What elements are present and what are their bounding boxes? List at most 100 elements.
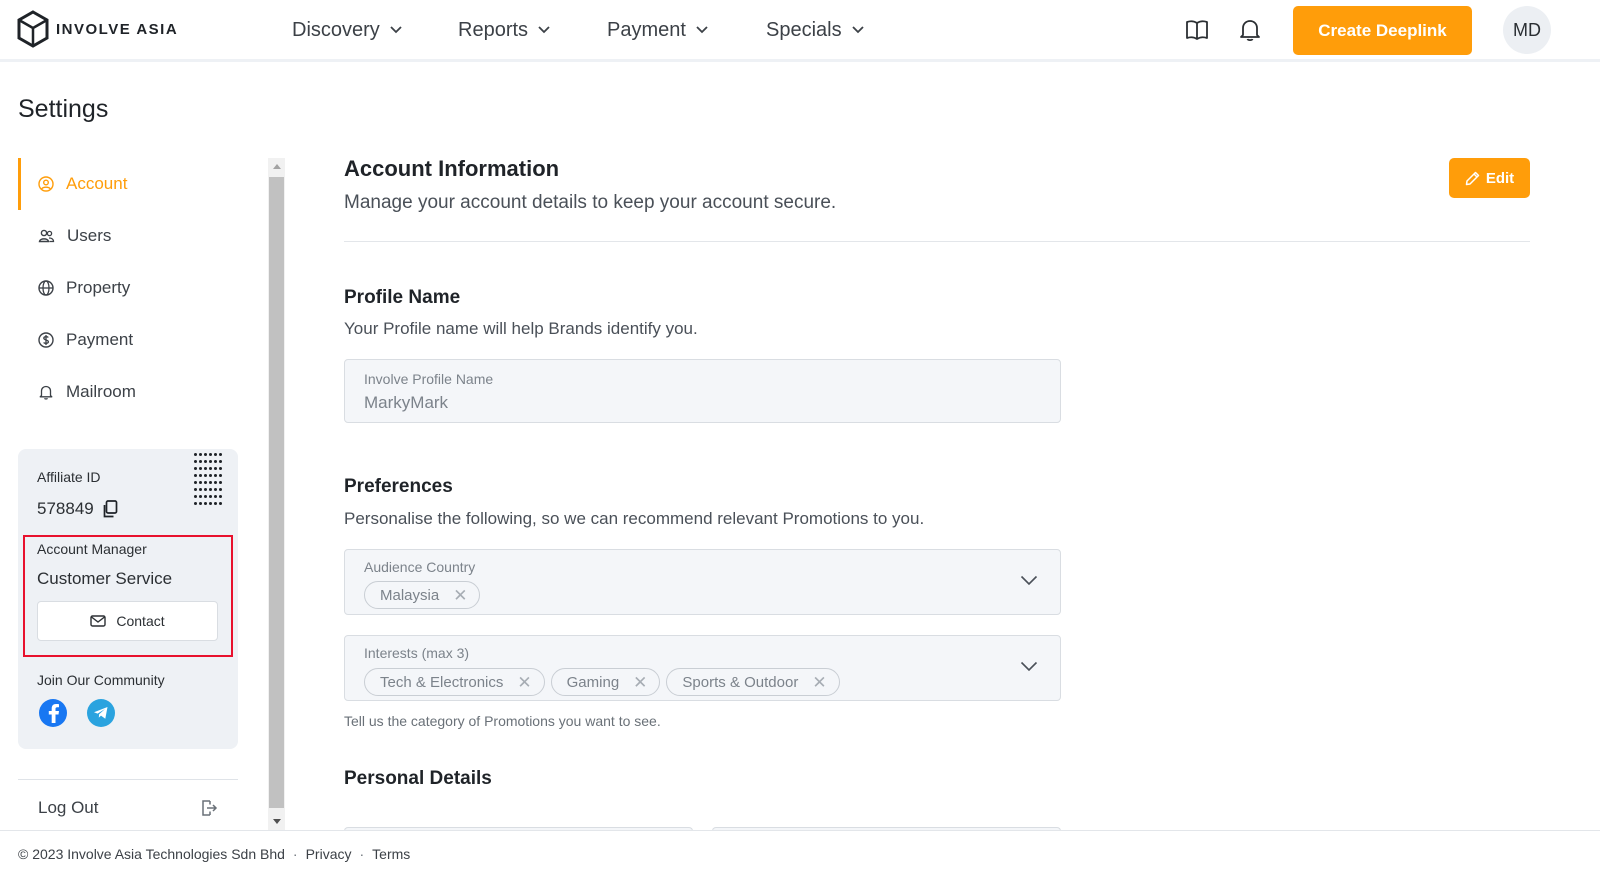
pencil-icon bbox=[1465, 171, 1480, 185]
remove-chip-icon[interactable]: ✕ bbox=[812, 674, 826, 691]
dollar-icon bbox=[38, 332, 54, 348]
copyright-text: © 2023 Involve Asia Technologies Sdn Bhd bbox=[18, 846, 285, 862]
scrollbar-thumb[interactable] bbox=[269, 177, 284, 808]
footer-separator: · bbox=[359, 846, 365, 862]
contact-button[interactable]: Contact bbox=[37, 601, 218, 641]
telegram-icon bbox=[94, 707, 108, 719]
remove-chip-icon[interactable]: ✕ bbox=[453, 587, 467, 604]
logo-hexagon-icon bbox=[17, 10, 49, 48]
nav-specials[interactable]: Specials bbox=[766, 0, 865, 60]
triangle-down-icon bbox=[272, 819, 281, 824]
footer: © 2023 Involve Asia Technologies Sdn Bhd… bbox=[0, 830, 1600, 877]
chip-gaming: Gaming ✕ bbox=[550, 668, 661, 696]
dot-pattern-decoration bbox=[194, 453, 222, 505]
sidebar-item-label: Account bbox=[66, 174, 128, 193]
sidebar-item-label: Payment bbox=[66, 330, 134, 349]
nav-label: Discovery bbox=[292, 18, 380, 41]
logout-button[interactable]: Log Out bbox=[18, 790, 238, 826]
notifications-button[interactable] bbox=[1237, 17, 1263, 43]
terms-link[interactable]: Terms bbox=[372, 846, 410, 862]
scroll-down-arrow[interactable] bbox=[268, 813, 285, 830]
chip-malaysia: Malaysia ✕ bbox=[364, 581, 481, 609]
chip-label: Gaming bbox=[566, 673, 620, 691]
chevron-down-icon[interactable] bbox=[1020, 575, 1038, 586]
chip-label: Malaysia bbox=[380, 586, 440, 604]
edit-button[interactable]: Edit bbox=[1449, 158, 1530, 198]
field-label: Audience Country bbox=[364, 559, 476, 575]
remove-chip-icon[interactable]: ✕ bbox=[633, 674, 647, 691]
account-information-panel: Account Information Manage your account … bbox=[344, 150, 1530, 830]
country-chips: Malaysia ✕ bbox=[364, 581, 481, 609]
community-label: Join Our Community bbox=[37, 672, 165, 688]
mail-icon bbox=[90, 615, 107, 627]
bell-icon bbox=[39, 385, 53, 400]
chip-tech-electronics: Tech & Electronics ✕ bbox=[364, 668, 545, 696]
nav-label: Reports bbox=[458, 18, 529, 41]
sidebar-item-account[interactable]: Account bbox=[18, 158, 238, 210]
nav-payment[interactable]: Payment bbox=[607, 0, 709, 60]
sidebar-item-payment[interactable]: Payment bbox=[18, 314, 238, 366]
triangle-up-icon bbox=[272, 164, 281, 169]
privacy-link[interactable]: Privacy bbox=[306, 846, 352, 862]
interest-chips: Tech & Electronics ✕ Gaming ✕ Sports & O… bbox=[364, 668, 840, 696]
chevron-down-icon[interactable] bbox=[1020, 661, 1038, 672]
logout-icon bbox=[202, 800, 218, 816]
account-manager-label: Account Manager bbox=[37, 541, 147, 557]
profile-name-heading: Profile Name bbox=[344, 287, 461, 308]
page-title: Settings bbox=[18, 95, 109, 123]
affiliate-info-card: Affiliate ID 578849 Account Manager Cust… bbox=[18, 449, 238, 749]
interests-helper-text: Tell us the category of Promotions you w… bbox=[344, 713, 661, 729]
settings-sidebar: Account Users Property Payment Mailroom bbox=[18, 158, 238, 418]
user-circle-icon bbox=[38, 176, 54, 192]
sidebar-item-property[interactable]: Property bbox=[18, 262, 238, 314]
chevron-down-icon bbox=[390, 26, 402, 34]
globe-icon bbox=[38, 280, 54, 296]
field-label: Involve Profile Name bbox=[364, 371, 494, 387]
nav-discovery[interactable]: Discovery bbox=[292, 0, 403, 60]
audience-country-select[interactable]: Audience Country Malaysia ✕ bbox=[344, 549, 1061, 615]
create-deeplink-button[interactable]: Create Deeplink bbox=[1293, 6, 1472, 55]
nav-label: Payment bbox=[607, 18, 686, 41]
profile-name-value: MarkyMark bbox=[364, 393, 449, 412]
copy-icon[interactable] bbox=[102, 500, 118, 518]
footer-separator: · bbox=[292, 846, 298, 862]
telegram-button[interactable] bbox=[87, 699, 115, 727]
users-icon bbox=[38, 229, 55, 243]
sidebar-item-mailroom[interactable]: Mailroom bbox=[18, 366, 238, 418]
sidebar-scrollbar[interactable] bbox=[268, 158, 285, 830]
section-divider bbox=[344, 241, 1530, 242]
affiliate-id-label: Affiliate ID bbox=[37, 469, 101, 485]
chevron-down-icon bbox=[696, 26, 708, 34]
sidebar-divider bbox=[18, 779, 238, 780]
avatar[interactable]: MD bbox=[1503, 6, 1551, 54]
scroll-up-arrow[interactable] bbox=[268, 158, 285, 175]
profile-name-description: Your Profile name will help Brands ident… bbox=[344, 319, 698, 338]
facebook-button[interactable] bbox=[39, 699, 67, 727]
chip-sports-outdoor: Sports & Outdoor ✕ bbox=[666, 668, 840, 696]
bell-icon bbox=[1240, 20, 1260, 42]
book-icon bbox=[1186, 20, 1208, 40]
chevron-down-icon bbox=[538, 26, 550, 34]
brand-logo[interactable]: INVOLVE ASIA bbox=[16, 10, 178, 48]
field-label: Interests (max 3) bbox=[364, 645, 470, 661]
guide-book-button[interactable] bbox=[1184, 17, 1210, 43]
chevron-down-icon bbox=[851, 26, 864, 34]
logout-label: Log Out bbox=[38, 798, 99, 817]
nav-reports[interactable]: Reports bbox=[458, 0, 551, 60]
preferences-description: Personalise the following, so we can rec… bbox=[344, 509, 925, 528]
facebook-icon bbox=[48, 704, 59, 723]
affiliate-id-value: 578849 bbox=[37, 499, 94, 518]
account-manager-name: Customer Service bbox=[37, 569, 173, 588]
sidebar-item-label: Property bbox=[66, 278, 131, 297]
sidebar-item-users[interactable]: Users bbox=[18, 210, 238, 262]
remove-chip-icon[interactable]: ✕ bbox=[517, 674, 531, 691]
contact-label: Contact bbox=[116, 613, 165, 629]
sidebar-item-label: Mailroom bbox=[66, 382, 136, 401]
chip-label: Sports & Outdoor bbox=[682, 673, 799, 691]
top-navbar: INVOLVE ASIA Discovery Reports Payment S… bbox=[0, 0, 1600, 62]
interests-select[interactable]: Interests (max 3) Tech & Electronics ✕ G… bbox=[344, 635, 1061, 701]
chip-label: Tech & Electronics bbox=[380, 673, 504, 691]
profile-name-field[interactable]: Involve Profile Name MarkyMark bbox=[344, 359, 1061, 423]
sidebar-item-label: Users bbox=[67, 226, 112, 245]
brand-name: INVOLVE ASIA bbox=[56, 20, 179, 38]
